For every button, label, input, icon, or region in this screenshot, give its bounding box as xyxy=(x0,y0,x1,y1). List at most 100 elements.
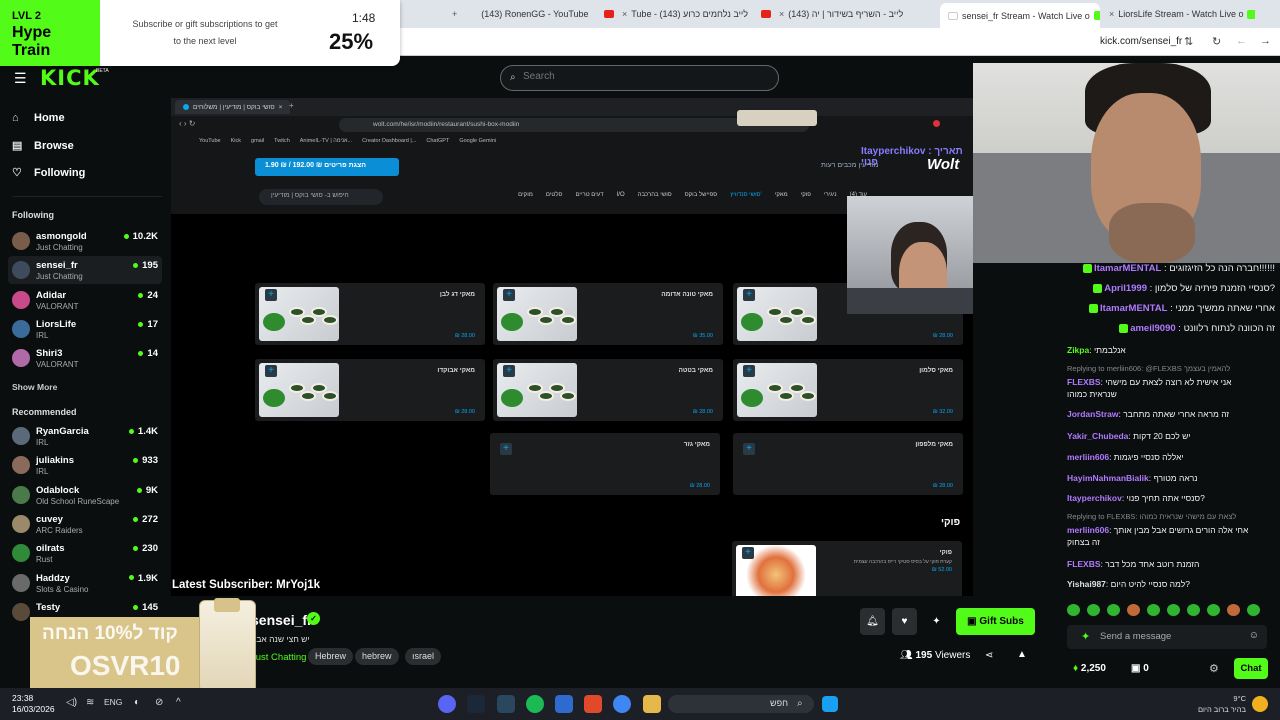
close-icon[interactable]: × xyxy=(779,9,784,19)
tag-chip[interactable]: ısrael xyxy=(405,648,442,665)
chat-username[interactable]: Itayperchikov xyxy=(1067,493,1122,503)
emote-icon[interactable] xyxy=(1087,604,1100,616)
browser-tab[interactable]: × LiorsLife Stream - Watch Live o xyxy=(1105,4,1255,24)
chat-username[interactable]: Zikpa xyxy=(1067,345,1089,355)
weather-widget[interactable]: 9°C בהיר ברוב היום xyxy=(1193,693,1246,715)
chat-username[interactable]: merliin606 xyxy=(1067,452,1109,462)
sidebar-item-home[interactable]: ⌂ Home xyxy=(12,112,65,124)
chat-username[interactable]: HayimNahmanBialik xyxy=(1067,473,1149,483)
chat-message[interactable]: merliin606: יאללה סנסיי פיגמות xyxy=(1067,451,1257,463)
browser-tab-active[interactable]: sensei_fr Stream - Watch Live o xyxy=(940,3,1100,28)
sidebar-channel[interactable]: juliakins IRL 933 xyxy=(8,451,162,479)
sidebar-channel[interactable]: sensei_fr Just Chatting 195 xyxy=(8,256,162,285)
gear-icon[interactable]: ⚙ xyxy=(1209,662,1219,675)
chevron-up-icon[interactable]: ^ xyxy=(176,697,181,708)
stream-category[interactable]: Just Chatting xyxy=(251,652,306,663)
report-icon[interactable]: ▲ xyxy=(1017,649,1027,660)
sparkle-icon[interactable]: ✦ xyxy=(1081,630,1090,643)
chat-message[interactable]: FLEXBS: אני אישית לא רוצה לצאת עם מישהי … xyxy=(1067,376,1257,400)
stream-player[interactable]: סושי בוקס | מודיעין | משלוחים × + ‹ › ↻ … xyxy=(171,98,973,596)
sidebar-channel[interactable]: oilrats Rust 230 xyxy=(8,539,162,567)
show-more-link[interactable]: Show More xyxy=(12,382,57,392)
chat-message[interactable]: HayimNahmanBialik: נראה מטורף xyxy=(1067,472,1257,484)
channel-name[interactable]: sensei_fr xyxy=(251,612,312,628)
taskbar-search[interactable]: חפש xyxy=(668,695,814,713)
emote-icon[interactable] xyxy=(1067,604,1080,616)
sidebar-channel[interactable]: Haddzy Slots & Casino 1.9K xyxy=(8,569,162,597)
chat-message[interactable]: Itayperchikov: סנסיי אתה תחיך פנוי? xyxy=(1067,492,1257,504)
terminal-icon[interactable] xyxy=(467,695,485,713)
chat-message[interactable]: Yishai987: למה סנסיי להיט היום? xyxy=(1067,578,1257,590)
chat-username[interactable]: merliin606 xyxy=(1067,525,1109,535)
language-indicator[interactable]: ENG xyxy=(104,697,122,707)
browser-tab[interactable]: × Tube - לייב נלחמים כרוע (143) xyxy=(604,4,774,24)
chat-username[interactable]: FLEXBS xyxy=(1067,559,1101,569)
notification-bell-icon[interactable]: 🔔︎ xyxy=(860,608,885,635)
sidebar-item-browse[interactable]: ▤ Browse xyxy=(12,139,74,153)
new-tab-icon[interactable]: + xyxy=(452,9,457,19)
follow-heart-icon[interactable]: ♥ xyxy=(892,608,917,635)
emote-icon[interactable] xyxy=(1127,604,1140,616)
apps-grid-icon[interactable] xyxy=(555,695,573,713)
wifi-icon[interactable]: ≋ xyxy=(86,697,94,708)
chat-message[interactable]: JordanStraw: זה מראה אחרי שאתה מתחבר xyxy=(1067,408,1257,420)
chat-username[interactable]: Yishai987 xyxy=(1067,579,1106,589)
forward-icon[interactable]: → xyxy=(1260,35,1271,47)
chat-username[interactable]: JordanStraw xyxy=(1067,409,1119,419)
emote-icon[interactable] xyxy=(1247,604,1260,616)
chat-message[interactable]: Zikpa: אנלבמתי xyxy=(1067,344,1257,356)
chat-reply-context[interactable]: Replying to merliin606: @FLEXBS להאמין ב… xyxy=(1067,364,1230,373)
emote-icon[interactable] xyxy=(1107,604,1120,616)
site-settings-icon[interactable]: ⇅ xyxy=(1184,35,1193,48)
sidebar-channel[interactable]: Shiri3 VALORANT 14 xyxy=(8,344,162,372)
address-url[interactable]: kick.com/sensei_fr xyxy=(1100,36,1182,47)
sparkle-icon[interactable]: ✦ xyxy=(924,608,949,635)
kick-logo[interactable]: KICK xyxy=(40,66,100,90)
game-icon[interactable] xyxy=(584,695,602,713)
chat-username[interactable]: FLEXBS xyxy=(1067,377,1101,387)
clock[interactable]: 23:38 16/03/2026 xyxy=(12,693,55,715)
emote-icon[interactable] xyxy=(1147,604,1160,616)
tag-chip[interactable]: Hebrew xyxy=(308,648,354,665)
windows-start-icon[interactable] xyxy=(822,696,838,712)
emoji-icon[interactable]: ☺ xyxy=(1249,630,1259,641)
chrome-icon[interactable] xyxy=(613,695,631,713)
chat-button[interactable]: Chat xyxy=(1234,658,1268,679)
tag-chip[interactable]: hebrew xyxy=(355,648,399,665)
steam-icon[interactable] xyxy=(497,695,515,713)
reload-icon[interactable]: ↻ xyxy=(1212,35,1221,48)
chat-message[interactable]: Yakir_Chubeda: יש לכם 20 דקות xyxy=(1067,430,1257,442)
sidebar-channel[interactable]: LiorsLife IRL 17 xyxy=(8,315,162,343)
sidebar-channel[interactable]: Adidar VALORANT 24 xyxy=(8,286,162,314)
search-box[interactable]: ⌕ xyxy=(500,65,779,91)
chest-counter[interactable]: ▣ 0 xyxy=(1131,663,1149,674)
emote-icon[interactable] xyxy=(1187,604,1200,616)
spotify-icon[interactable] xyxy=(526,695,544,713)
sidebar-item-following[interactable]: ♡ Following xyxy=(12,166,85,180)
share-icon[interactable]: ⋖ xyxy=(985,650,993,661)
folder-icon[interactable] xyxy=(643,695,661,713)
chat-message[interactable]: merliin606: אחי אלה הורים גרושים אבל מבי… xyxy=(1067,524,1257,548)
back-icon[interactable]: ← xyxy=(1236,35,1247,47)
chat-input[interactable]: ✦ Send a message ☺ xyxy=(1067,625,1267,649)
gift-subs-button[interactable]: ▣ Gift Subs xyxy=(956,608,1035,635)
emote-icon[interactable] xyxy=(1227,604,1240,616)
search-input[interactable] xyxy=(523,71,763,82)
close-icon[interactable]: × xyxy=(1109,9,1114,19)
sidebar-channel[interactable]: RyanGarcia IRL 1.4K xyxy=(8,422,162,450)
microphone-icon[interactable]: ◐ xyxy=(134,697,140,708)
chat-username[interactable]: Yakir_Chubeda xyxy=(1067,431,1128,441)
sidebar-channel[interactable]: cuvey ARC Raiders 272 xyxy=(8,510,162,538)
menu-icon[interactable]: ☰ xyxy=(14,70,27,87)
channel-points[interactable]: ♦ 2,250 xyxy=(1073,663,1106,674)
discord-icon[interactable] xyxy=(438,695,456,713)
browser-tab[interactable]: + (143) RonenGG - YouTube xyxy=(452,4,602,24)
emote-icon[interactable] xyxy=(1167,604,1180,616)
speaker-icon[interactable]: ◁) xyxy=(66,697,77,708)
emote-icon[interactable] xyxy=(1207,604,1220,616)
sidebar-channel[interactable]: Odablock Old School RuneScape 9K xyxy=(8,481,162,509)
chat-reply-context[interactable]: Replying to FLEXBS: לצאת עם מישהי שנראית… xyxy=(1067,512,1236,521)
muted-icon[interactable]: ⊘ xyxy=(155,697,163,708)
close-icon[interactable]: × xyxy=(622,9,627,19)
chat-message[interactable]: FLEXBS: הזמנת רוטב אחד מכל דבר xyxy=(1067,558,1257,570)
